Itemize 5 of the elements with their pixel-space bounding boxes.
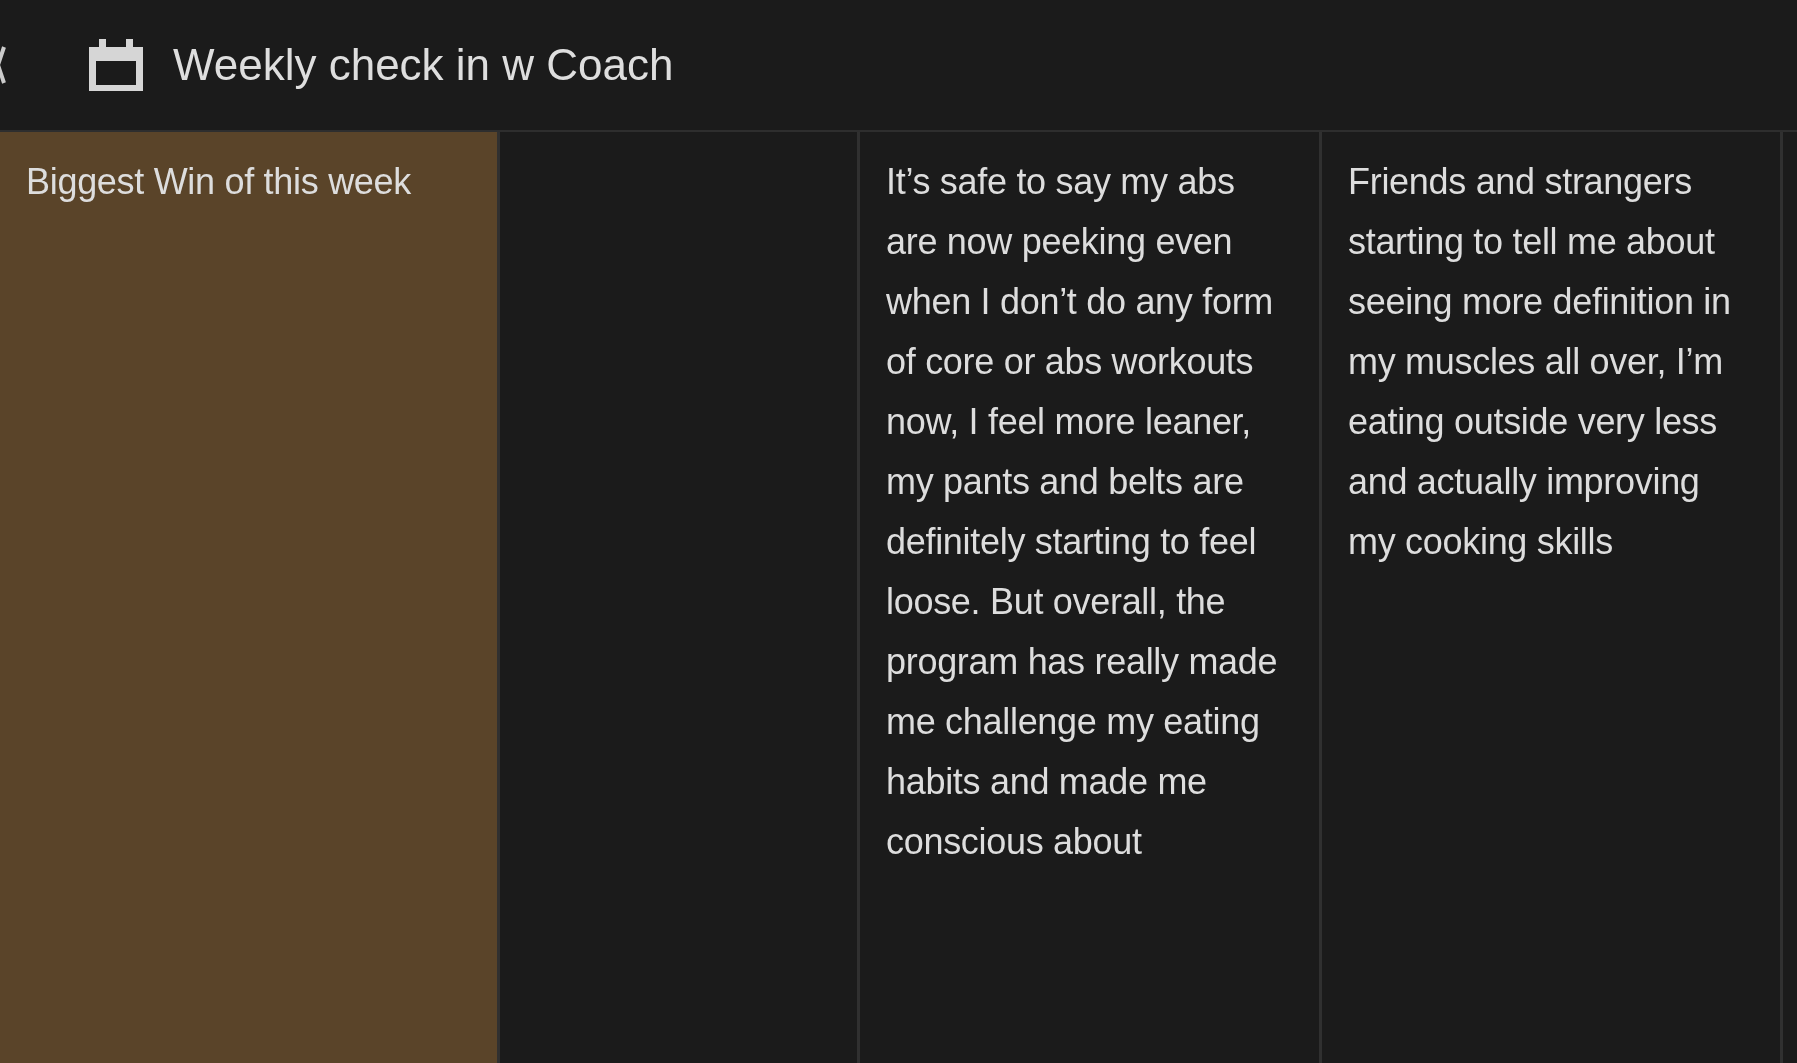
cell-text: Biggest Win of this week bbox=[26, 160, 412, 204]
cell-text: It’s safe to say my abs are now peeking even when I don’t do any form of core or abs workouts now, I feel more leaner, my pants and belts are definitely starting to feel loose. But overall, the program has really made me challenge my eating habits and made me conscious about bbox=[886, 160, 1279, 864]
cell-text: Friends and strangers starting to tell me about seeing more definition in my muscles all over, I’m eating outside very less and actually improving my cooking skills bbox=[1348, 160, 1732, 564]
calendar-icon bbox=[89, 39, 143, 91]
page-title: Weekly check in w Coach bbox=[173, 40, 674, 90]
